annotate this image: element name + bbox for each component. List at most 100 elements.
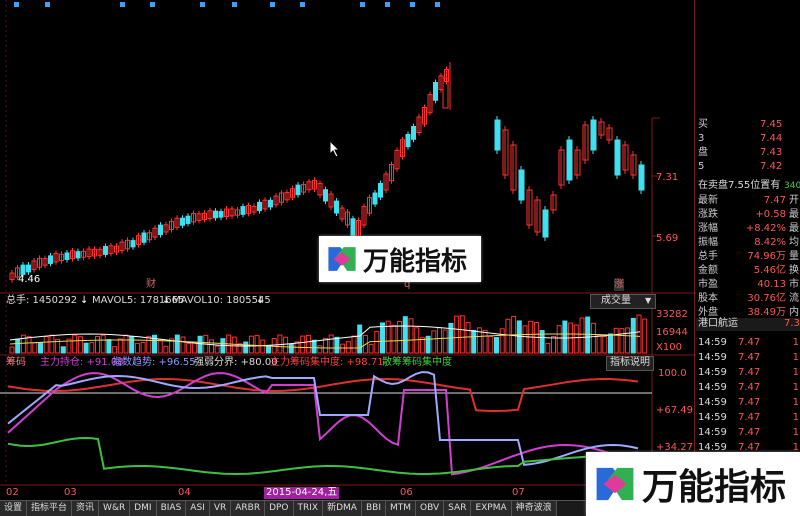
quote-value: 40.13 xyxy=(757,279,786,290)
price-label-low: 4.46 xyxy=(18,274,41,285)
volume-bar xyxy=(499,328,505,354)
trade-volume: 1 xyxy=(792,337,799,348)
indicator-tab[interactable]: EXPMA xyxy=(471,501,512,516)
volume-bar xyxy=(573,324,579,354)
indicator-tab[interactable]: 新DMA xyxy=(323,501,362,516)
indicator-header: 筹码 主力持仓: +91.08 指数趋势: +96.55 强弱分界: +80.0… xyxy=(0,356,696,371)
trade-row: 14:59 7.47 1 xyxy=(696,426,800,439)
quote-value: 8.42% xyxy=(754,237,786,248)
order-book: 买 7.45 3 7.44 盘 7.43 5 7.42 xyxy=(696,118,800,178)
price-axis-label: 7.31 xyxy=(656,172,679,183)
volume-bar xyxy=(545,342,551,354)
volume-bar xyxy=(60,346,66,354)
indicator-tab[interactable]: VR xyxy=(209,501,232,516)
indicator-tab[interactable]: DPO xyxy=(265,501,294,516)
volume-bar xyxy=(351,335,357,354)
volume-bar xyxy=(106,339,112,354)
trade-time: 14:59 xyxy=(698,427,727,438)
volume-bar xyxy=(77,336,83,354)
event-marker-zhang[interactable]: 涨 xyxy=(614,279,624,291)
candle-body xyxy=(64,252,70,260)
indicator-tab[interactable]: BIAS xyxy=(156,501,187,516)
volume-bar xyxy=(163,345,169,354)
volume-bar xyxy=(209,339,214,354)
candle-body xyxy=(323,189,328,202)
volume-bar xyxy=(437,327,442,354)
indicator-tab[interactable]: SAR xyxy=(444,501,472,516)
indicator-tab[interactable]: OBV xyxy=(416,501,445,516)
quote-suffix: 均 xyxy=(789,237,799,248)
indicator-explain-button[interactable]: 指标说明 xyxy=(606,356,654,371)
indicator-tab[interactable]: MTM xyxy=(385,501,417,516)
indicator-name: 筹码 xyxy=(6,357,26,368)
volume-bar xyxy=(516,320,522,354)
volume-down-arrow: ↓ xyxy=(256,295,265,306)
quote-row: 涨幅 +8.42% 最 xyxy=(696,222,800,235)
candle-body xyxy=(103,245,108,255)
order-book-label: 盘 xyxy=(698,147,708,158)
volume-bar xyxy=(271,338,277,354)
quote-label: 总手 xyxy=(698,251,718,262)
indicator-retail: 散筹筹码集中度 xyxy=(382,357,452,368)
indicator-tab[interactable]: ARBR xyxy=(231,501,266,516)
volume-bar xyxy=(562,320,568,354)
candle-body xyxy=(411,126,416,140)
quote-suffix: 市 xyxy=(789,279,799,290)
quote-suffix: 量 xyxy=(789,251,799,262)
sell-note: 在卖盘7.55位置有 xyxy=(698,180,781,191)
volume-axis-top: 33282 xyxy=(656,309,688,320)
volume-mavol5: MAVOL5: 1781665 xyxy=(92,295,185,306)
volume-bar xyxy=(642,318,648,354)
indicator-explain-label: 指标说明 xyxy=(610,357,650,368)
order-book-price: 7.44 xyxy=(760,133,783,144)
trade-volume: 1 xyxy=(792,397,799,408)
watermark-logo: 万能指标 xyxy=(319,236,481,282)
volume-bar xyxy=(129,336,135,354)
indicator-tab[interactable]: DMI xyxy=(130,501,157,516)
volume-bar xyxy=(157,339,163,354)
volume-bar xyxy=(260,339,266,354)
quote-value: +0.58 xyxy=(755,209,786,220)
quote-suffix: 最 xyxy=(789,209,799,220)
quote-label: 金额 xyxy=(698,265,718,276)
indicator-tab[interactable]: BBI xyxy=(361,501,386,516)
volume-bar xyxy=(288,343,294,354)
trade-row: 14:59 7.47 1 xyxy=(696,366,800,379)
volume-total: 总手: 1450292 xyxy=(6,295,78,306)
volume-bar xyxy=(454,315,460,354)
candle-body xyxy=(334,200,339,214)
candle-body xyxy=(566,139,573,181)
volume-indicator-dropdown[interactable]: 成交量 ▼ xyxy=(590,294,656,309)
trading-terminal: 4.46 5.69 7.31 财 q 涨 总手: 1450292 ↓ MAVOL… xyxy=(0,0,800,516)
volume-bar xyxy=(95,335,100,354)
candle-body xyxy=(638,164,645,191)
candle-body xyxy=(295,184,301,196)
indicator-tab[interactable]: 指标平台 xyxy=(27,501,73,516)
trade-volume: 1 xyxy=(792,412,799,423)
candle-body xyxy=(130,240,136,248)
indicator-tab[interactable]: 神奇波浪 xyxy=(511,501,557,516)
volume-bar xyxy=(311,339,317,354)
trade-time: 14:59 xyxy=(698,352,727,363)
event-marker-cai[interactable]: 财 xyxy=(146,279,156,291)
quote-label: 振幅 xyxy=(698,237,718,248)
trade-row: 14:59 7.47 1 xyxy=(696,411,800,424)
indicator-tab[interactable]: TRIX xyxy=(293,501,324,516)
indicator-tab[interactable]: 设置 xyxy=(0,501,28,516)
candle-body xyxy=(141,232,147,243)
trade-price: 7.47 xyxy=(738,412,761,423)
candle-body xyxy=(268,199,273,208)
candle-body xyxy=(158,224,163,236)
indicator-tab[interactable]: ASI xyxy=(186,501,210,516)
indicator-tab[interactable]: W&R xyxy=(99,501,131,516)
trade-price: 7.47 xyxy=(738,367,761,378)
sell-note-number: 3402 xyxy=(784,181,800,191)
stock-name-row[interactable]: 港口航运 7.3 xyxy=(696,318,800,331)
volume-down-arrow: ↓ xyxy=(162,295,171,306)
trade-row: 14:59 7.47 1 xyxy=(696,381,800,394)
volume-bar xyxy=(300,335,306,354)
quote-value: 30.76亿 xyxy=(747,293,786,304)
indicator-tab[interactable]: 资讯 xyxy=(72,501,100,516)
volume-bar xyxy=(551,335,556,354)
volume-bar xyxy=(488,335,494,354)
